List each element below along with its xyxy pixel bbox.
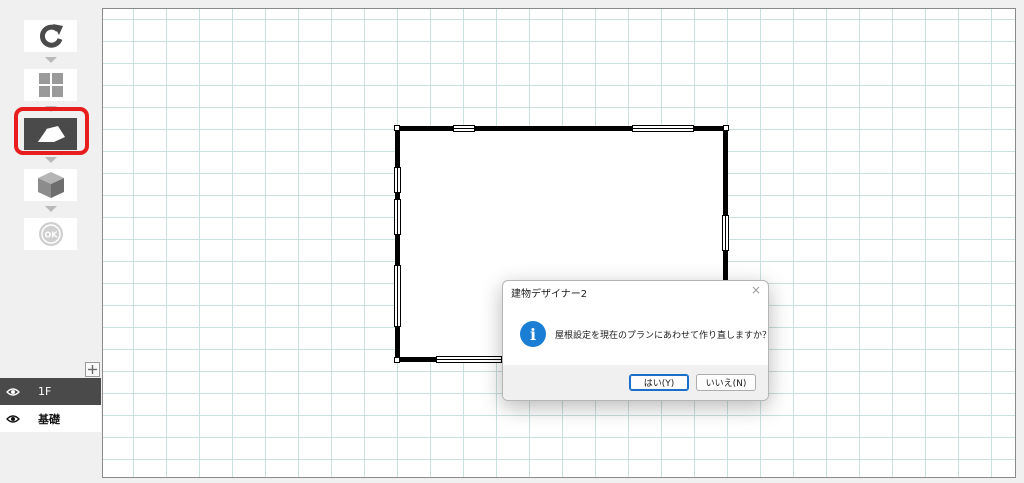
window[interactable] bbox=[394, 199, 401, 235]
floor-plan-button[interactable] bbox=[24, 69, 77, 101]
visibility-toggle[interactable] bbox=[0, 414, 26, 424]
3d-view-button[interactable] bbox=[24, 169, 77, 201]
eye-icon bbox=[6, 387, 20, 396]
eye-icon bbox=[6, 414, 20, 423]
plus-icon bbox=[88, 365, 97, 374]
close-icon[interactable]: × bbox=[751, 283, 761, 297]
info-icon: i bbox=[520, 321, 546, 347]
layer-label: 1F bbox=[38, 385, 52, 398]
ok-button[interactable]: OK bbox=[24, 218, 77, 250]
window[interactable] bbox=[436, 356, 502, 363]
layer-item-foundation[interactable]: 基礎 bbox=[0, 405, 101, 432]
no-button[interactable]: いいえ(N) bbox=[696, 374, 756, 391]
design-canvas[interactable] bbox=[102, 8, 1016, 478]
window[interactable] bbox=[453, 125, 475, 132]
window[interactable] bbox=[632, 125, 694, 132]
window[interactable] bbox=[722, 215, 729, 251]
corner-handle[interactable] bbox=[394, 357, 400, 363]
ok-icon-label: OK bbox=[44, 231, 58, 240]
dialog-footer: はい(Y) いいえ(N) bbox=[503, 365, 768, 400]
step-arrow bbox=[45, 206, 57, 212]
dialog-title: 建物デザイナー2 bbox=[511, 289, 588, 300]
refresh-button[interactable] bbox=[24, 20, 77, 52]
refresh-icon bbox=[39, 24, 63, 48]
ok-icon: OK bbox=[38, 222, 63, 246]
visibility-toggle[interactable] bbox=[0, 387, 26, 397]
layer-label: 基礎 bbox=[38, 412, 60, 426]
step-arrow bbox=[45, 57, 57, 63]
add-layer-button[interactable] bbox=[85, 362, 100, 377]
window[interactable] bbox=[394, 265, 401, 327]
left-toolbar: OK 1F 基礎 bbox=[0, 0, 101, 483]
layer-item-1f[interactable]: 1F bbox=[0, 378, 101, 405]
grid-icon bbox=[38, 73, 63, 97]
window[interactable] bbox=[394, 167, 401, 193]
confirm-dialog: 建物デザイナー2 × i 屋根設定を現在のプランにあわせて作り直しますか？ はい… bbox=[502, 280, 769, 401]
corner-handle[interactable] bbox=[723, 125, 729, 131]
corner-handle[interactable] bbox=[394, 125, 400, 131]
cube-icon bbox=[37, 172, 64, 198]
yes-button[interactable]: はい(Y) bbox=[629, 374, 689, 391]
dialog-message: 屋根設定を現在のプランにあわせて作り直しますか？ bbox=[555, 331, 769, 341]
roof-button-highlight bbox=[14, 107, 89, 155]
step-arrow bbox=[45, 157, 57, 163]
